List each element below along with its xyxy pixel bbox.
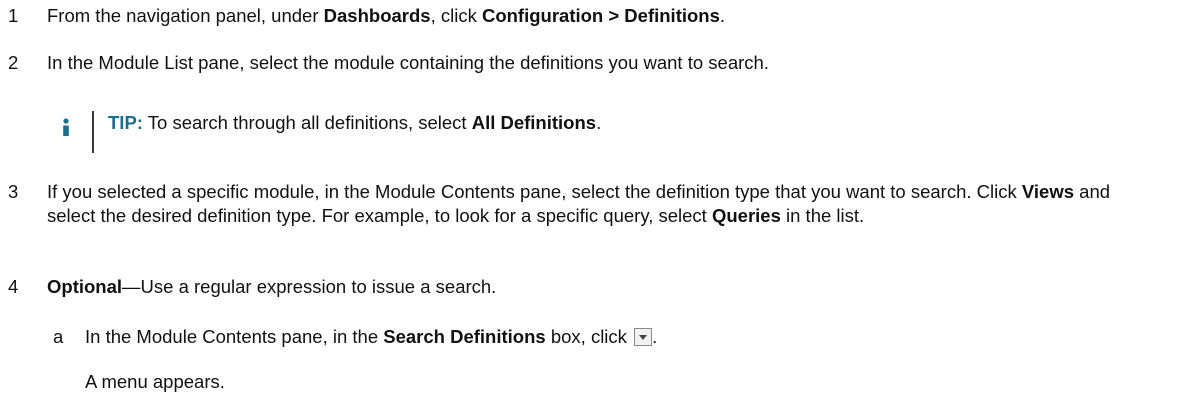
tip-divider xyxy=(92,111,94,153)
tip-label: TIP: xyxy=(108,112,143,133)
dropdown-arrow-icon[interactable] xyxy=(634,328,653,346)
dashboards-term: Dashboards xyxy=(323,5,431,26)
step-number: 4 xyxy=(8,276,19,297)
step-text: Optional—Use a regular expression to iss… xyxy=(47,276,497,297)
all-definitions-term: All Definitions xyxy=(471,112,597,133)
step-number: 3 xyxy=(8,181,19,202)
views-term: Views xyxy=(1021,181,1075,202)
info-icon xyxy=(63,118,69,136)
tip-text: TIP: To search through all definitions, … xyxy=(108,112,602,133)
step-number: 2 xyxy=(8,52,19,73)
menu-path: Configuration > Definitions xyxy=(481,5,720,26)
step-text: If you selected a specific module, in th… xyxy=(47,181,1111,226)
queries-term: Queries xyxy=(711,205,781,226)
step-text: From the navigation panel, under Dashboa… xyxy=(47,5,726,26)
result-text: A menu appears. xyxy=(85,371,225,392)
step-text: In the Module List pane, select the modu… xyxy=(47,52,769,73)
step-number: 1 xyxy=(8,5,19,26)
optional-term: Optional xyxy=(47,276,123,297)
substep-text: In the Module Contents pane, in the Sear… xyxy=(85,326,658,347)
search-definitions-term: Search Definitions xyxy=(383,326,546,347)
substep-letter: a xyxy=(53,326,64,347)
